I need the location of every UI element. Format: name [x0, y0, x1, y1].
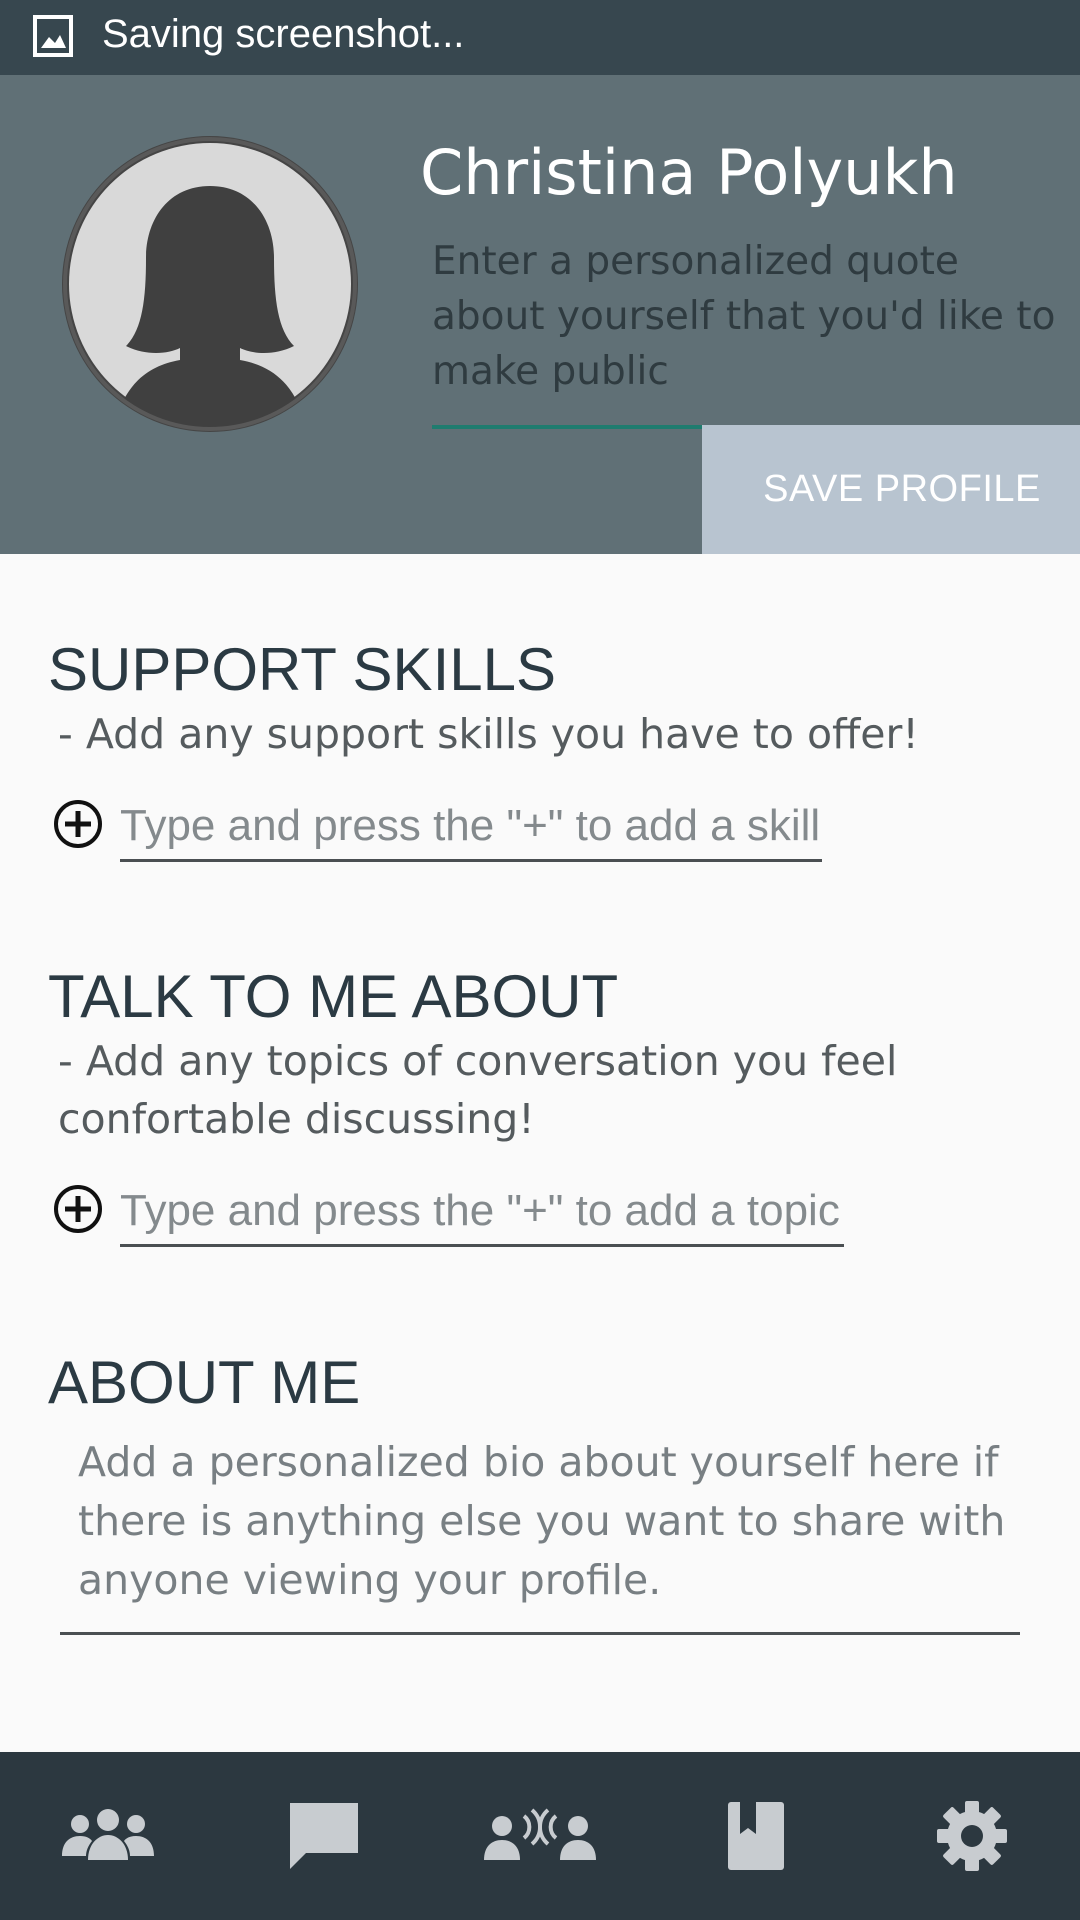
nav-voice-call[interactable] [432, 1752, 648, 1920]
status-bar: Saving screenshot... [0, 0, 1080, 75]
book-icon [728, 1802, 784, 1870]
add-topic-icon[interactable] [52, 1183, 104, 1235]
about-me-title: ABOUT ME [48, 1349, 361, 1416]
quote-input[interactable]: Enter a personalized quote about yoursel… [432, 234, 1062, 399]
support-skills-description: - Add any support skills you have to off… [58, 710, 919, 758]
nav-people[interactable] [0, 1752, 216, 1920]
talk-about-title: TALK TO ME ABOUT [48, 963, 619, 1030]
chat-icon [290, 1803, 358, 1869]
support-skills-title: SUPPORT SKILLS [48, 636, 557, 703]
settings-icon [937, 1801, 1007, 1871]
topic-input[interactable] [120, 1177, 844, 1247]
nav-book[interactable] [648, 1752, 864, 1920]
add-skill-icon[interactable] [52, 798, 104, 850]
bio-input[interactable] [60, 1425, 1020, 1635]
profile-name: Christina Polyukh [420, 136, 958, 209]
quote-input-underline [432, 425, 702, 429]
talk-about-description: - Add any topics of conversation you fee… [58, 1037, 898, 1143]
image-icon [33, 15, 73, 57]
bottom-nav [0, 1752, 1080, 1920]
skill-input[interactable] [120, 792, 822, 862]
nav-settings[interactable] [864, 1752, 1080, 1920]
status-text: Saving screenshot... [102, 12, 465, 56]
female-avatar-icon[interactable] [60, 134, 360, 434]
voice-call-icon [484, 1808, 596, 1860]
nav-chat[interactable] [216, 1752, 432, 1920]
save-profile-button[interactable]: SAVE PROFILE [702, 425, 1080, 554]
people-icon [62, 1809, 154, 1860]
